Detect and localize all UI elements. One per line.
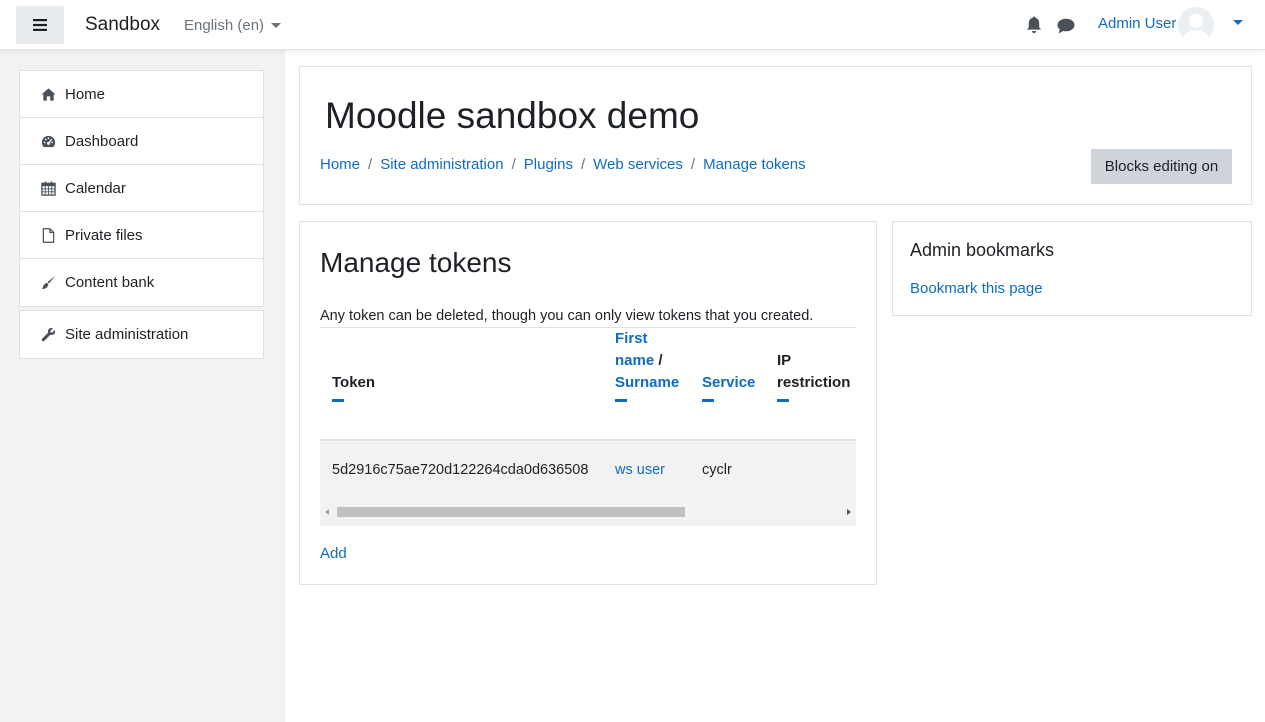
- top-navbar: Sandbox English (en) Admin User: [0, 0, 1265, 50]
- column-header-ip-restriction: IP restriction: [777, 350, 850, 402]
- page-header: Moodle sandbox demo Home / Site administ…: [299, 66, 1252, 205]
- nav-item-label: Dashboard: [65, 132, 139, 150]
- wrench-icon: [40, 327, 56, 343]
- user-menu-chevron-icon[interactable]: [1233, 20, 1243, 25]
- column-header-label: restriction: [777, 374, 851, 391]
- sort-service-link[interactable]: Service: [702, 374, 755, 391]
- breadcrumb-web-services[interactable]: Web services: [593, 156, 683, 173]
- sort-surname-link[interactable]: Surname: [615, 374, 679, 391]
- sort-icon[interactable]: [702, 399, 714, 402]
- calendar-icon: [40, 180, 56, 196]
- breadcrumb-manage-tokens[interactable]: Manage tokens: [703, 156, 806, 173]
- brush-icon: [40, 275, 56, 291]
- bell-icon[interactable]: [1026, 16, 1042, 34]
- column-header-label: Token: [332, 374, 376, 391]
- nav-item-calendar[interactable]: Calendar: [20, 165, 263, 212]
- main-content: Manage tokens Any token can be deleted, …: [299, 221, 877, 585]
- nav-item-private-files[interactable]: Private files: [20, 212, 263, 259]
- service-cell: cyclr: [702, 462, 732, 478]
- breadcrumb-separator: /: [368, 156, 373, 173]
- column-header-label: IP: [777, 352, 792, 369]
- scroll-left-icon[interactable]: [325, 509, 329, 515]
- scroll-right-icon[interactable]: [847, 509, 851, 515]
- nav-item-dashboard[interactable]: Dashboard: [20, 118, 263, 165]
- bookmark-page-link[interactable]: Bookmark this page: [910, 280, 1043, 297]
- column-header-slash: /: [654, 352, 663, 369]
- chat-icon[interactable]: [1057, 18, 1075, 34]
- main-nav-group: Home Dashboard Calendar Private files Co…: [19, 70, 264, 307]
- admin-bookmarks-block: Admin bookmarks Bookmark this page: [892, 221, 1252, 316]
- language-label: English (en): [184, 17, 265, 34]
- nav-item-home[interactable]: Home: [20, 71, 263, 118]
- breadcrumb-site-administration[interactable]: Site administration: [380, 156, 503, 173]
- user-link[interactable]: ws user: [615, 462, 665, 478]
- scrollbar-thumb[interactable]: [337, 507, 685, 517]
- section-title: Manage tokens: [320, 247, 512, 278]
- nav-item-label: Site administration: [65, 326, 189, 343]
- breadcrumb-separator: /: [690, 156, 696, 173]
- block-title: Admin bookmarks: [910, 240, 1055, 260]
- column-header-name: First name / Surname: [615, 328, 679, 402]
- nav-item-label: Calendar: [65, 179, 126, 197]
- breadcrumb-separator: /: [511, 156, 516, 173]
- user-menu-name[interactable]: Admin User: [1098, 15, 1176, 32]
- nav-item-site-administration[interactable]: Site administration: [20, 311, 263, 358]
- column-header-token: Token: [332, 372, 375, 402]
- nav-item-label: Private files: [65, 226, 143, 244]
- sort-first-name-link[interactable]: name: [615, 352, 654, 369]
- nav-item-label: Content bank: [65, 274, 155, 291]
- column-header-service: Service: [702, 372, 755, 402]
- dashboard-icon: [40, 133, 56, 149]
- avatar[interactable]: [1178, 7, 1214, 43]
- breadcrumb-home[interactable]: Home: [320, 156, 360, 173]
- breadcrumb: Home / Site administration / Plugins / W…: [320, 156, 806, 173]
- breadcrumb-plugins[interactable]: Plugins: [524, 156, 573, 173]
- intro-text: Any token can be deleted, though you can…: [320, 308, 814, 324]
- chevron-down-icon: [271, 23, 282, 28]
- breadcrumb-separator: /: [580, 156, 586, 173]
- language-menu[interactable]: English (en): [184, 17, 282, 34]
- hamburger-icon: [33, 19, 47, 31]
- drawer-toggle-button[interactable]: [16, 6, 64, 44]
- sort-icon[interactable]: [615, 399, 627, 402]
- sort-icon[interactable]: [777, 399, 789, 402]
- nav-drawer: Home Dashboard Calendar Private files Co…: [0, 50, 285, 722]
- user-avatar-icon: [1183, 14, 1209, 43]
- admin-nav-group: Site administration: [19, 310, 264, 359]
- page-title: Moodle sandbox demo: [325, 95, 700, 136]
- token-cell: 5d2916c75ae720d122264cda0d636508: [332, 462, 589, 478]
- add-token-link[interactable]: Add: [320, 545, 347, 562]
- sort-first-name-link[interactable]: First: [615, 330, 648, 347]
- nav-item-label: Home: [65, 85, 106, 103]
- horizontal-scrollbar[interactable]: [320, 504, 856, 520]
- site-name-link[interactable]: Sandbox: [85, 14, 160, 36]
- file-icon: [40, 227, 56, 243]
- sort-icon[interactable]: [332, 399, 344, 402]
- home-icon: [40, 86, 56, 102]
- table-header: Token First name / Surname Service IP re…: [320, 327, 856, 441]
- tokens-table: Token First name / Surname Service IP re…: [320, 327, 856, 526]
- nav-item-content-bank[interactable]: Content bank: [20, 259, 263, 306]
- blocks-editing-button[interactable]: Blocks editing on: [1091, 149, 1232, 184]
